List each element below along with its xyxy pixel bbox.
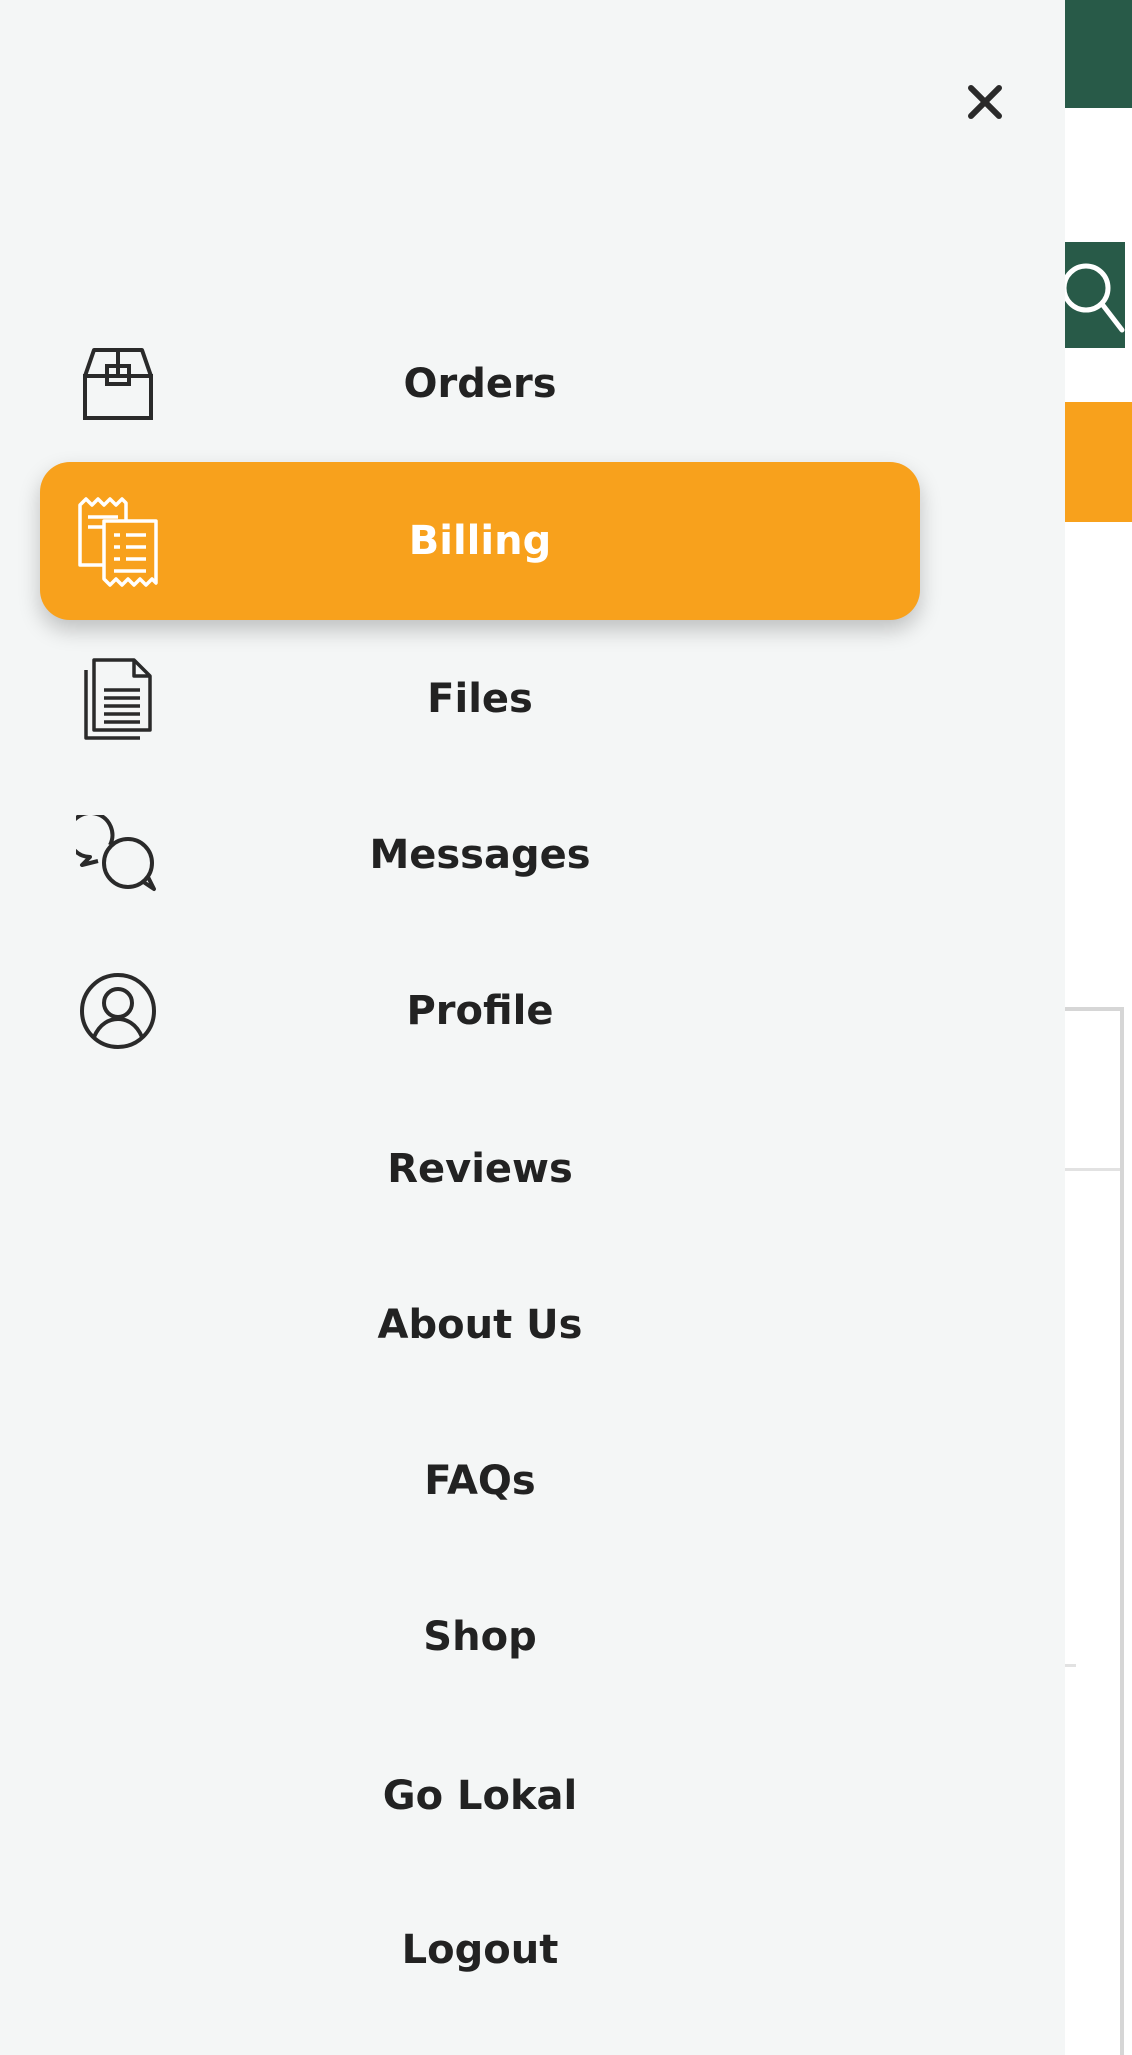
menu-item-billing[interactable]: Billing [40,462,920,620]
menu-item-label: Profile [406,988,554,1034]
menu-item-label: Reviews [387,1146,573,1192]
menu-item-reviews[interactable]: Reviews [40,1090,920,1248]
menu-item-label: Files [427,676,533,722]
menu-item-profile[interactable]: Profile [40,932,920,1090]
menu-item-about-us[interactable]: About Us [40,1246,920,1404]
menu-item-label: Billing [408,518,552,564]
navigation-drawer: Orders Billing Files Messages Profile Re… [0,0,1065,2055]
close-icon [968,85,1002,119]
menu-item-messages[interactable]: Messages [40,776,920,934]
menu-item-shop[interactable]: Shop [40,1558,920,1716]
menu-item-label: Go Lokal [382,1773,578,1819]
menu-item-faqs[interactable]: FAQs [40,1402,920,1560]
menu-item-label: Logout [401,1927,559,1973]
menu-item-label: Orders [403,361,557,407]
menu-item-go-lokal[interactable]: Go Lokal [40,1717,920,1875]
menu-item-label: About Us [377,1302,583,1348]
menu-item-label: Shop [423,1614,537,1660]
menu-item-orders[interactable]: Orders [40,305,920,463]
search-icon [1061,263,1125,333]
menu-item-files[interactable]: Files [40,620,920,778]
menu-item-label: FAQs [424,1458,536,1504]
menu-item-logout[interactable]: Logout [40,1871,920,2029]
close-button[interactable] [955,72,1015,132]
menu-item-label: Messages [369,832,591,878]
